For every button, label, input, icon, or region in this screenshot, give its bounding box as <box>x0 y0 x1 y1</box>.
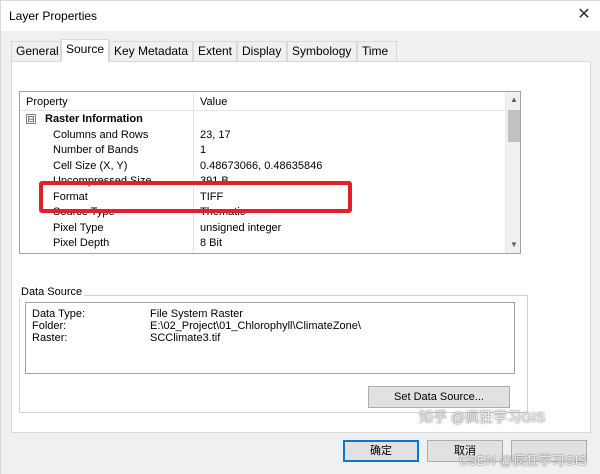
tab-time[interactable]: Time <box>357 41 397 61</box>
data-type-value: File System Raster <box>150 308 243 320</box>
zhihu-watermark: 知乎 @疯狂学习GIS <box>419 409 546 425</box>
folder-value: E:\02_Project\01_Chlorophyll\ClimateZone… <box>150 320 361 332</box>
tab-key-metadata[interactable]: Key Metadata <box>109 41 193 61</box>
property-name: Pixel Depth <box>53 237 110 249</box>
table-row[interactable]: Pixel Type unsigned integer <box>20 221 505 237</box>
data-source-title: Data Source <box>19 286 85 298</box>
property-value: TIFF <box>200 191 224 203</box>
tab-display[interactable]: Display <box>237 41 287 61</box>
raster-value: SCClimate3.tif <box>150 332 221 344</box>
group-row-raster-information[interactable]: ⊟ Raster Information <box>20 112 505 128</box>
property-name: Columns and Rows <box>53 129 149 141</box>
grid-header: Property Value <box>20 92 505 111</box>
group-label: Raster Information <box>45 113 143 125</box>
property-value: 23, 17 <box>200 129 231 141</box>
title-bar: Layer Properties ✕ <box>1 1 600 31</box>
layer-properties-dialog: Layer Properties ✕ General Source Key Me… <box>0 0 600 474</box>
scrollbar-thumb[interactable] <box>508 110 520 142</box>
property-name: Format <box>53 191 88 203</box>
ok-button[interactable]: 确定 <box>343 440 419 462</box>
raster-label: Raster: <box>32 332 68 344</box>
close-icon[interactable]: ✕ <box>573 5 595 25</box>
data-source-textbox[interactable]: Data Type: File System Raster Folder: E:… <box>25 302 515 374</box>
table-row[interactable]: Uncompressed Size 391 B <box>20 174 505 190</box>
tab-general[interactable]: General <box>11 41 61 61</box>
property-name: Uncompressed Size <box>53 175 152 187</box>
tab-extent[interactable]: Extent <box>193 41 237 61</box>
property-value: Thematic <box>200 206 246 218</box>
tab-symbology[interactable]: Symbology <box>287 41 357 61</box>
collapse-icon[interactable]: ⊟ <box>26 114 36 124</box>
property-value: 0.48673066, 0.48635846 <box>200 160 323 172</box>
property-name: Cell Size (X, Y) <box>53 160 128 172</box>
table-row[interactable]: Pixel Depth 8 Bit <box>20 236 505 252</box>
source-tab-panel: Property Value ⊟ Raster Information Colu… <box>11 61 591 433</box>
table-row[interactable]: Number of Bands 1 <box>20 143 505 159</box>
folder-label: Folder: <box>32 320 67 332</box>
table-row[interactable]: Source Type Thematic <box>20 205 505 221</box>
property-column-header: Property <box>26 96 68 108</box>
property-value: 391 B <box>200 175 229 187</box>
set-data-source-button[interactable]: Set Data Source... <box>368 386 510 408</box>
property-value: 1 <box>200 144 207 156</box>
property-name: Source Type <box>53 206 115 218</box>
property-value: 8 Bit <box>200 237 223 249</box>
property-name: Pixel Type <box>53 222 104 234</box>
scroll-up-icon[interactable]: ▲ <box>506 92 520 108</box>
data-type-label: Data Type: <box>32 308 85 320</box>
table-row[interactable]: Format TIFF <box>20 190 505 206</box>
table-row[interactable]: Cell Size (X, Y) 0.48673066, 0.48635846 <box>20 159 505 175</box>
table-row[interactable]: Columns and Rows 23, 17 <box>20 128 505 144</box>
tab-source[interactable]: Source <box>61 39 109 62</box>
vertical-scrollbar[interactable]: ▲ ▼ <box>505 92 520 253</box>
scroll-down-icon[interactable]: ▼ <box>506 237 520 253</box>
csdn-watermark: CSDN @疯狂学习GIS <box>458 453 587 468</box>
property-name: Number of Bands <box>53 144 139 156</box>
window-title: Layer Properties <box>9 9 98 23</box>
property-value: unsigned integer <box>200 222 282 234</box>
value-column-header: Value <box>200 96 228 108</box>
property-grid[interactable]: Property Value ⊟ Raster Information Colu… <box>19 91 521 254</box>
